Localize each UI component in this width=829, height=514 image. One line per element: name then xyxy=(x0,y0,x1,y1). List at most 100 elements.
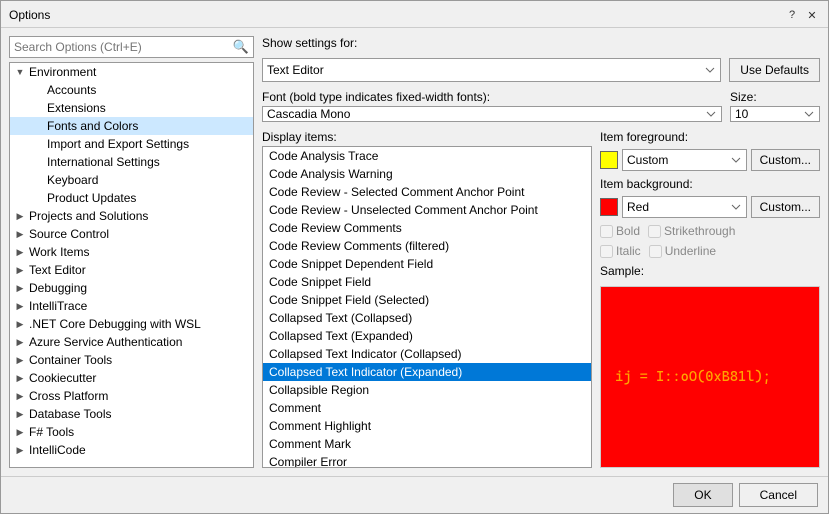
display-list-item[interactable]: Collapsed Text Indicator (Collapsed) xyxy=(263,345,591,363)
underline-label: Underline xyxy=(665,244,716,258)
display-list-item[interactable]: Code Review Comments xyxy=(263,219,591,237)
display-list-item[interactable]: Collapsible Region xyxy=(263,381,591,399)
display-list-item[interactable]: Code Analysis Trace xyxy=(263,147,591,165)
tree-item-label: International Settings xyxy=(47,155,160,169)
tree-item[interactable]: Fonts and Colors xyxy=(10,117,253,135)
display-list: Code Analysis TraceCode Analysis Warning… xyxy=(262,146,592,468)
options-dialog: Options ? ✕ 🔍 ▼EnvironmentAccountsExtens… xyxy=(0,0,829,514)
tree-item[interactable]: ▶Cookiecutter xyxy=(10,369,253,387)
tree-item[interactable]: ▶Work Items xyxy=(10,243,253,261)
bold-checkbox[interactable] xyxy=(600,225,613,238)
bottom-section: Display items: Code Analysis TraceCode A… xyxy=(262,130,820,468)
display-list-item[interactable]: Code Review Comments (filtered) xyxy=(263,237,591,255)
tree-arrow: ▶ xyxy=(14,391,26,402)
left-panel: 🔍 ▼EnvironmentAccountsExtensionsFonts an… xyxy=(9,36,254,468)
display-list-item[interactable]: Code Review - Unselected Comment Anchor … xyxy=(263,201,591,219)
display-list-item[interactable]: Code Snippet Dependent Field xyxy=(263,255,591,273)
tree-arrow: ▼ xyxy=(14,67,26,77)
tree-item-label: IntelliCode xyxy=(29,443,86,457)
tree-item-label: Import and Export Settings xyxy=(47,137,189,151)
show-settings-section: Show settings for: Text Editor Use Defau… xyxy=(262,36,820,82)
tree-item-label: Cookiecutter xyxy=(29,371,96,385)
font-select[interactable]: Cascadia Mono xyxy=(262,106,722,122)
background-select[interactable]: Red xyxy=(622,196,747,218)
italic-label: Italic xyxy=(616,244,641,258)
underline-checkbox-item: Underline xyxy=(649,244,716,258)
tree-arrow: ▶ xyxy=(14,445,26,456)
foreground-swatch xyxy=(600,151,618,169)
tree-item[interactable]: ▶Cross Platform xyxy=(10,387,253,405)
tree-item[interactable]: ▶Database Tools xyxy=(10,405,253,423)
ok-button[interactable]: OK xyxy=(673,483,732,507)
tree-item[interactable]: ▶Text Editor xyxy=(10,261,253,279)
italic-checkbox[interactable] xyxy=(600,245,613,258)
tree-item-label: Projects and Solutions xyxy=(29,209,148,223)
display-list-item[interactable]: Collapsed Text Indicator (Expanded) xyxy=(263,363,591,381)
tree-item[interactable]: ▶Debugging xyxy=(10,279,253,297)
color-section: Item foreground: Custom Custom... Item b… xyxy=(600,130,820,468)
show-settings-select[interactable]: Text Editor xyxy=(262,58,721,82)
foreground-label: Item foreground: xyxy=(600,130,820,144)
tree-arrow: ▶ xyxy=(14,301,26,312)
tree-item[interactable]: ▶Azure Service Authentication xyxy=(10,333,253,351)
tree-item[interactable]: ▶IntelliCode xyxy=(10,441,253,459)
display-list-item[interactable]: Code Review - Selected Comment Anchor Po… xyxy=(263,183,591,201)
display-list-item[interactable]: Comment Mark xyxy=(263,435,591,453)
tree-item[interactable]: ▶Projects and Solutions xyxy=(10,207,253,225)
tree-item[interactable]: Product Updates xyxy=(10,189,253,207)
tree-item-label: Text Editor xyxy=(29,263,86,277)
tree-item-label: Product Updates xyxy=(47,191,136,205)
tree-item[interactable]: International Settings xyxy=(10,153,253,171)
foreground-select[interactable]: Custom xyxy=(622,149,747,171)
display-items-panel: Display items: Code Analysis TraceCode A… xyxy=(262,130,592,468)
foreground-custom-button[interactable]: Custom... xyxy=(751,149,820,171)
tree-item-label: Debugging xyxy=(29,281,87,295)
show-settings-label: Show settings for: xyxy=(262,36,820,50)
sample-text: ij = I::oO(0xB81l); xyxy=(615,369,771,385)
right-panel: Show settings for: Text Editor Use Defau… xyxy=(262,36,820,468)
display-list-item[interactable]: Code Snippet Field (Selected) xyxy=(263,291,591,309)
close-button[interactable]: ✕ xyxy=(804,7,820,23)
use-defaults-button[interactable]: Use Defaults xyxy=(729,58,820,82)
tree-item[interactable]: ▶Container Tools xyxy=(10,351,253,369)
strikethrough-checkbox[interactable] xyxy=(648,225,661,238)
search-box[interactable]: 🔍 xyxy=(9,36,254,58)
display-list-item[interactable]: Compiler Error xyxy=(263,453,591,468)
tree-item[interactable]: ▼Environment xyxy=(10,63,253,81)
size-select[interactable]: 10 xyxy=(730,106,820,122)
search-input[interactable] xyxy=(14,40,229,54)
tree-item-label: .NET Core Debugging with WSL xyxy=(29,317,201,331)
tree-arrow: ▶ xyxy=(14,319,26,330)
tree-item[interactable]: ▶Source Control xyxy=(10,225,253,243)
title-bar: Options ? ✕ xyxy=(1,1,828,28)
tree-item-label: Work Items xyxy=(29,245,89,259)
cancel-button[interactable]: Cancel xyxy=(739,483,818,507)
display-list-item[interactable]: Collapsed Text (Expanded) xyxy=(263,327,591,345)
tree-item[interactable]: Import and Export Settings xyxy=(10,135,253,153)
display-list-item[interactable]: Collapsed Text (Collapsed) xyxy=(263,309,591,327)
tree-item-label: Cross Platform xyxy=(29,389,108,403)
display-items-label: Display items: xyxy=(262,130,592,144)
tree-item[interactable]: ▶F# Tools xyxy=(10,423,253,441)
tree-arrow: ▶ xyxy=(14,427,26,438)
underline-checkbox[interactable] xyxy=(649,245,662,258)
tree-item[interactable]: ▶.NET Core Debugging with WSL xyxy=(10,315,253,333)
tree-item[interactable]: Extensions xyxy=(10,99,253,117)
style-checkboxes: Bold Strikethrough xyxy=(600,224,820,238)
display-list-item[interactable]: Comment Highlight xyxy=(263,417,591,435)
help-button[interactable]: ? xyxy=(784,7,800,23)
display-list-item[interactable]: Code Snippet Field xyxy=(263,273,591,291)
dialog-body: 🔍 ▼EnvironmentAccountsExtensionsFonts an… xyxy=(1,28,828,476)
tree-item-label: Azure Service Authentication xyxy=(29,335,182,349)
font-label: Font (bold type indicates fixed-width fo… xyxy=(262,90,722,104)
tree-item[interactable]: Keyboard xyxy=(10,171,253,189)
background-swatch xyxy=(600,198,618,216)
display-list-item[interactable]: Code Analysis Warning xyxy=(263,165,591,183)
bold-checkbox-item: Bold xyxy=(600,224,640,238)
display-list-item[interactable]: Comment xyxy=(263,399,591,417)
background-custom-button[interactable]: Custom... xyxy=(751,196,820,218)
tree-item-label: Keyboard xyxy=(47,173,98,187)
tree-item[interactable]: Accounts xyxy=(10,81,253,99)
tree-item[interactable]: ▶IntelliTrace xyxy=(10,297,253,315)
tree-item-label: Environment xyxy=(29,65,96,79)
